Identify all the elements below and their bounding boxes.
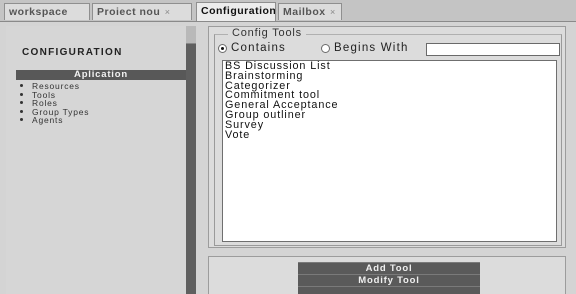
filter-input[interactable] [426,43,560,56]
bullet-icon [20,92,23,96]
bullet-icon [20,118,23,122]
begins-with-label[interactable]: Begins With [334,42,409,54]
tab-label: workspace [9,6,68,18]
tools-listbox[interactable]: BS Discussion List Brainstorming Categor… [222,60,557,242]
add-tool-button[interactable]: Add Tool [298,262,480,274]
sidebar-scrollbar[interactable] [186,26,196,294]
contains-radio[interactable] [218,44,227,53]
sidebar-item-label: Agents [32,115,64,125]
begins-with-radio[interactable] [321,44,330,53]
next-action-button[interactable] [298,286,480,294]
sidebar-item-agents[interactable]: Agents [20,116,89,125]
list-item[interactable]: Vote [225,129,556,140]
bullet-icon [20,109,23,113]
modify-tool-button[interactable]: Modify Tool [298,274,480,286]
bullet-icon [20,101,23,105]
config-tools-legend: Config Tools [228,27,306,39]
scrollbar-thumb[interactable] [186,26,196,44]
close-icon[interactable]: × [165,7,171,17]
tab-workspace[interactable]: workspace [4,3,90,20]
sidebar-nav: Resources Tools Roles Group Types Agents [20,82,89,125]
tab-configuration[interactable]: Configuration × [196,2,276,21]
tab-label: Configuration [201,5,276,17]
tab-label: Mailbox [283,6,326,18]
tab-project-nou[interactable]: Proiect nou × [92,3,192,20]
tab-bar: workspace Proiect nou × Configuration × … [0,0,576,22]
list-item[interactable]: Group outliner [225,110,556,121]
list-item[interactable]: Survey [225,119,556,130]
bullet-icon [20,84,23,88]
contains-label[interactable]: Contains [231,42,286,54]
tab-label: Proiect nou [97,6,161,18]
tab-mailbox[interactable]: Mailbox × [278,3,342,20]
sidebar-section-aplication[interactable]: Aplication [16,70,186,80]
sidebar [6,26,196,294]
close-icon[interactable]: × [330,7,336,17]
sidebar-title: CONFIGURATION [22,47,123,58]
